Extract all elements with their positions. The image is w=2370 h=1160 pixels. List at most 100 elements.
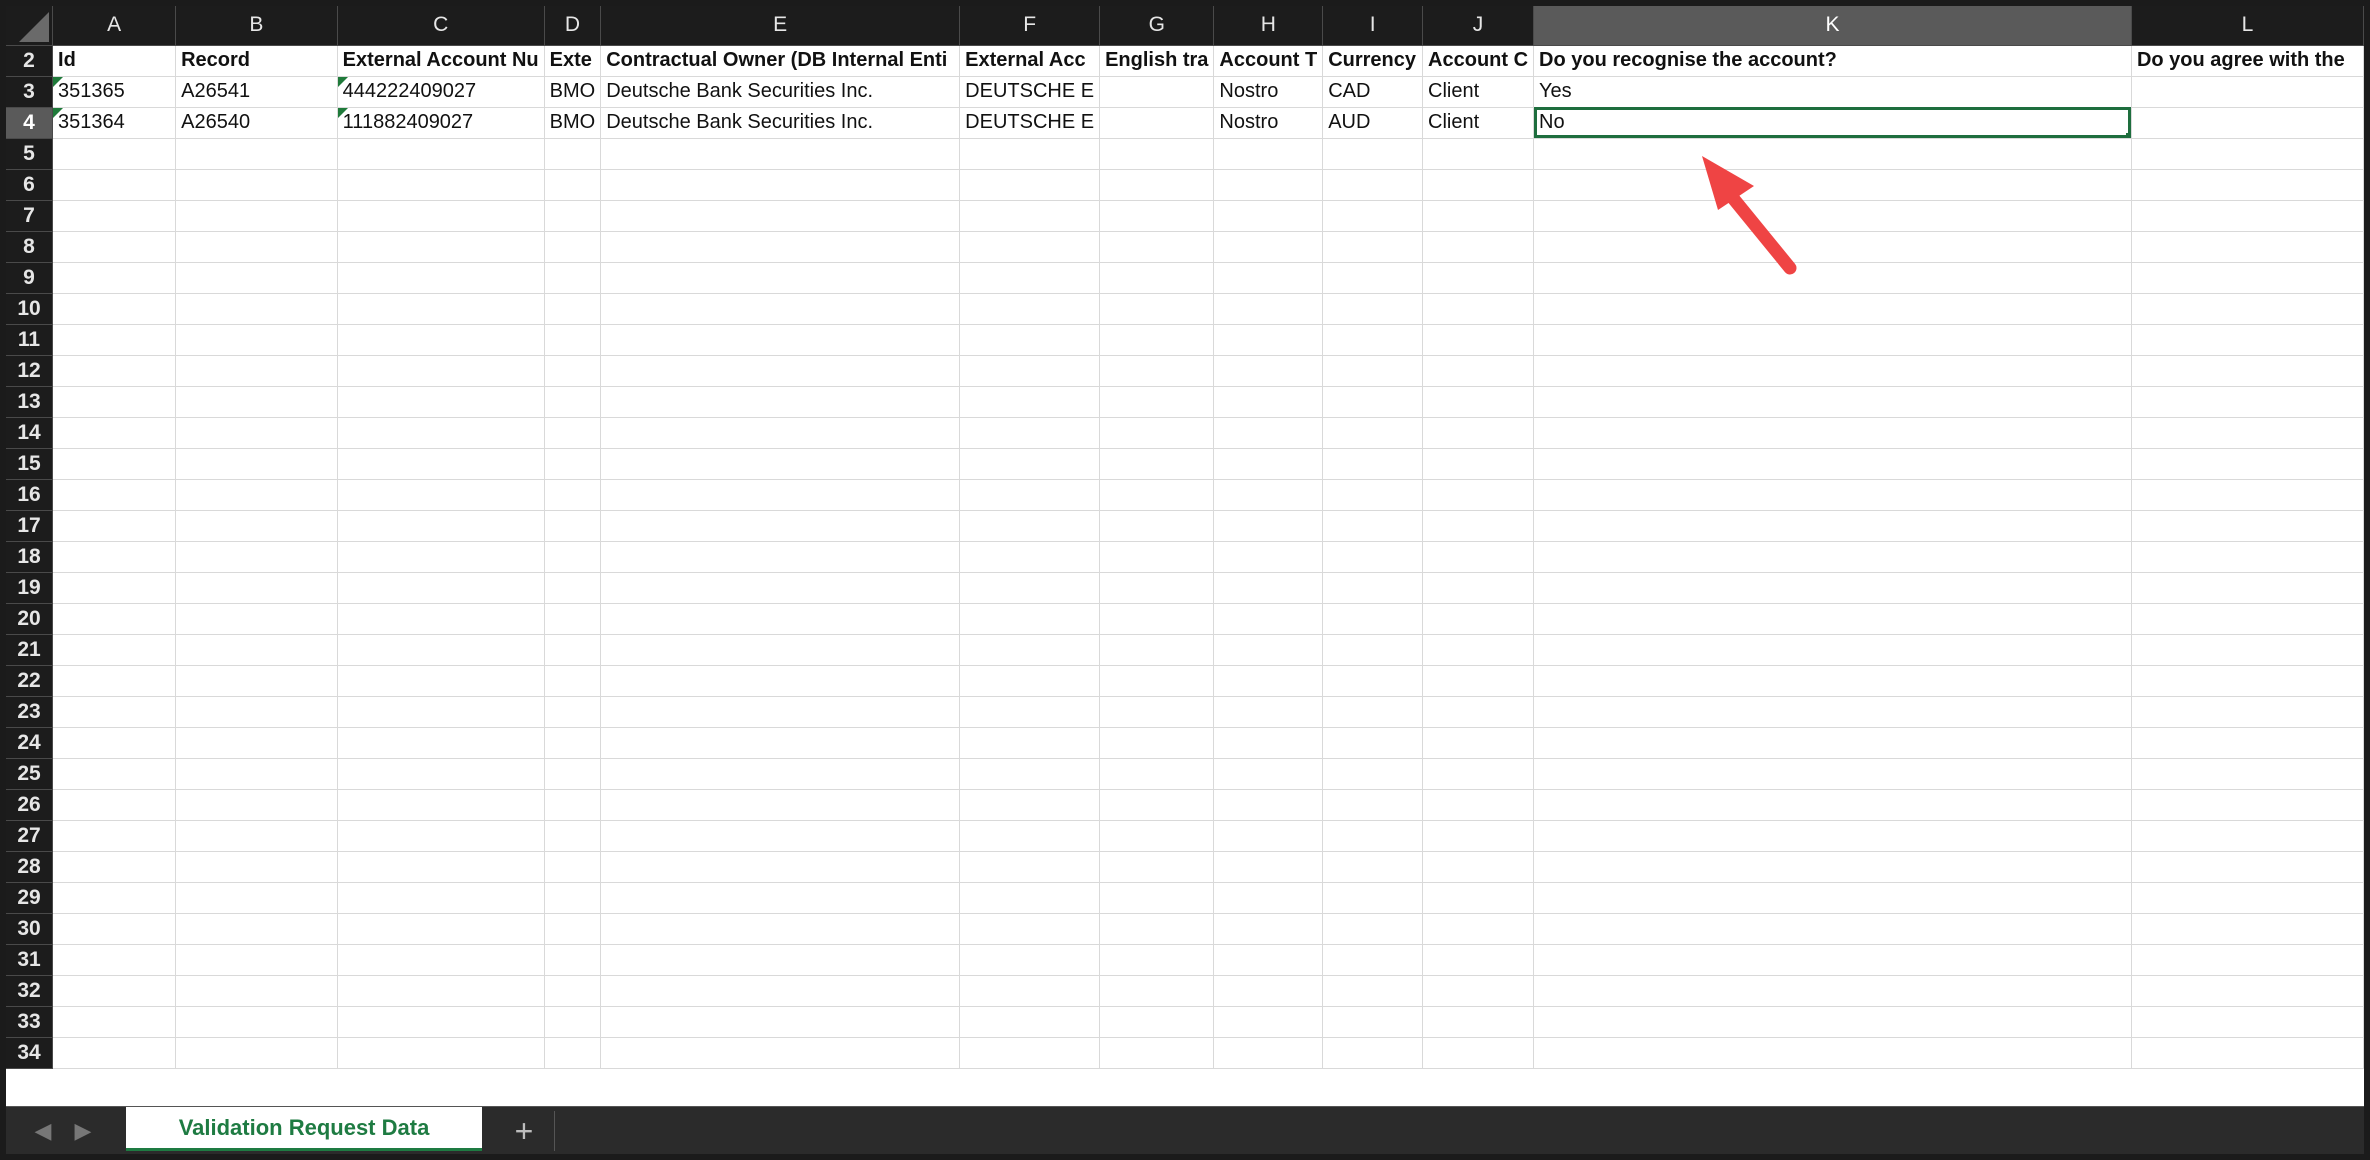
cell-k26[interactable] xyxy=(1533,789,2132,821)
cell-c15[interactable] xyxy=(337,448,545,480)
cell-l3[interactable] xyxy=(2131,76,2364,108)
cell-h30[interactable] xyxy=(1213,913,1324,945)
column-header-k[interactable]: K xyxy=(1533,6,2132,46)
cell-e22[interactable] xyxy=(600,665,961,697)
cell-i16[interactable] xyxy=(1322,479,1424,511)
cell-i3[interactable]: CAD xyxy=(1322,76,1424,108)
cell-h5[interactable] xyxy=(1213,138,1324,170)
row-header-2[interactable]: 2 xyxy=(6,45,54,77)
cell-j26[interactable] xyxy=(1422,789,1535,821)
cell-f25[interactable] xyxy=(959,758,1101,790)
cell-b5[interactable] xyxy=(175,138,338,170)
cell-j30[interactable] xyxy=(1422,913,1535,945)
cell-g31[interactable] xyxy=(1099,944,1215,976)
cell-k10[interactable] xyxy=(1533,293,2132,325)
cell-e31[interactable] xyxy=(600,944,961,976)
cell-b28[interactable] xyxy=(175,851,338,883)
cell-f15[interactable] xyxy=(959,448,1101,480)
cell-i29[interactable] xyxy=(1322,882,1424,914)
cell-c33[interactable] xyxy=(337,1006,545,1038)
cell-h9[interactable] xyxy=(1213,262,1324,294)
cell-e10[interactable] xyxy=(600,293,961,325)
cell-l25[interactable] xyxy=(2131,758,2364,790)
cell-h20[interactable] xyxy=(1213,603,1324,635)
cell-g9[interactable] xyxy=(1099,262,1215,294)
cell-d21[interactable] xyxy=(544,634,602,666)
cell-k3[interactable]: Yes xyxy=(1533,76,2132,108)
row-header-33[interactable]: 33 xyxy=(6,1006,54,1038)
cell-b15[interactable] xyxy=(175,448,338,480)
cell-a19[interactable] xyxy=(52,572,177,604)
cell-h31[interactable] xyxy=(1213,944,1324,976)
add-sheet-button[interactable]: + xyxy=(494,1111,555,1151)
cell-f8[interactable] xyxy=(959,231,1101,263)
row-header-30[interactable]: 30 xyxy=(6,913,54,945)
cell-j11[interactable] xyxy=(1422,324,1535,356)
cell-f32[interactable] xyxy=(959,975,1101,1007)
cell-i34[interactable] xyxy=(1322,1037,1424,1069)
cell-b21[interactable] xyxy=(175,634,338,666)
column-header-g[interactable]: G xyxy=(1099,6,1215,46)
cell-j3[interactable]: Client xyxy=(1422,76,1535,108)
cell-l2[interactable]: Do you agree with the xyxy=(2131,45,2364,77)
cell-k13[interactable] xyxy=(1533,386,2132,418)
cell-l6[interactable] xyxy=(2131,169,2364,201)
cell-f27[interactable] xyxy=(959,820,1101,852)
cell-a34[interactable] xyxy=(52,1037,177,1069)
cell-d11[interactable] xyxy=(544,324,602,356)
cell-j22[interactable] xyxy=(1422,665,1535,697)
cell-i2[interactable]: Currency xyxy=(1322,45,1424,77)
cell-j8[interactable] xyxy=(1422,231,1535,263)
cell-f3[interactable]: DEUTSCHE E xyxy=(959,76,1101,108)
cell-e8[interactable] xyxy=(600,231,961,263)
cell-l32[interactable] xyxy=(2131,975,2364,1007)
cell-l33[interactable] xyxy=(2131,1006,2364,1038)
row-header-34[interactable]: 34 xyxy=(6,1037,54,1069)
cell-g22[interactable] xyxy=(1099,665,1215,697)
cell-f9[interactable] xyxy=(959,262,1101,294)
column-header-c[interactable]: C xyxy=(337,6,545,46)
cell-d3[interactable]: BMO xyxy=(544,76,602,108)
cell-b16[interactable] xyxy=(175,479,338,511)
cell-k23[interactable] xyxy=(1533,696,2132,728)
cell-d33[interactable] xyxy=(544,1006,602,1038)
row-header-26[interactable]: 26 xyxy=(6,789,54,821)
next-sheet-icon[interactable]: ▶ xyxy=(68,1117,98,1145)
cell-j31[interactable] xyxy=(1422,944,1535,976)
row-header-10[interactable]: 10 xyxy=(6,293,54,325)
cell-h19[interactable] xyxy=(1213,572,1324,604)
cell-c11[interactable] xyxy=(337,324,545,356)
cell-e15[interactable] xyxy=(600,448,961,480)
cell-a14[interactable] xyxy=(52,417,177,449)
cell-f34[interactable] xyxy=(959,1037,1101,1069)
cell-f26[interactable] xyxy=(959,789,1101,821)
cell-d8[interactable] xyxy=(544,231,602,263)
cell-a26[interactable] xyxy=(52,789,177,821)
cell-g24[interactable] xyxy=(1099,727,1215,759)
cell-j33[interactable] xyxy=(1422,1006,1535,1038)
cell-k16[interactable] xyxy=(1533,479,2132,511)
cell-k34[interactable] xyxy=(1533,1037,2132,1069)
cell-d13[interactable] xyxy=(544,386,602,418)
cell-d28[interactable] xyxy=(544,851,602,883)
cell-i30[interactable] xyxy=(1322,913,1424,945)
cell-f20[interactable] xyxy=(959,603,1101,635)
cell-h16[interactable] xyxy=(1213,479,1324,511)
cell-e33[interactable] xyxy=(600,1006,961,1038)
cell-k4[interactable]: No xyxy=(1533,107,2132,139)
cell-f7[interactable] xyxy=(959,200,1101,232)
cell-g12[interactable] xyxy=(1099,355,1215,387)
row-header-8[interactable]: 8 xyxy=(6,231,54,263)
cell-a30[interactable] xyxy=(52,913,177,945)
cell-f10[interactable] xyxy=(959,293,1101,325)
cell-g27[interactable] xyxy=(1099,820,1215,852)
cell-g34[interactable] xyxy=(1099,1037,1215,1069)
cell-i31[interactable] xyxy=(1322,944,1424,976)
cell-d32[interactable] xyxy=(544,975,602,1007)
cell-e30[interactable] xyxy=(600,913,961,945)
cell-b25[interactable] xyxy=(175,758,338,790)
cell-g32[interactable] xyxy=(1099,975,1215,1007)
cell-f13[interactable] xyxy=(959,386,1101,418)
cell-a9[interactable] xyxy=(52,262,177,294)
cell-c12[interactable] xyxy=(337,355,545,387)
